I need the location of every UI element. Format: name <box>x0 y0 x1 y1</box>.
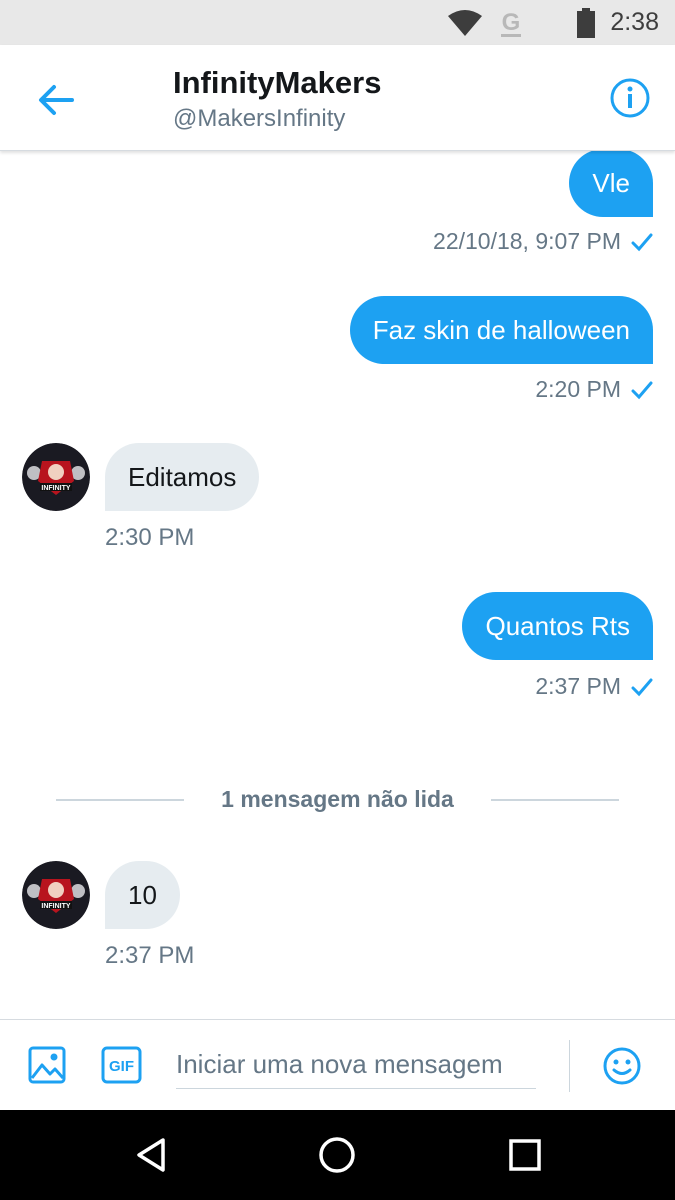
incoming-message-bubble[interactable]: Editamos <box>105 443 260 511</box>
back-arrow-icon[interactable] <box>36 80 76 120</box>
svg-text:INFINITY: INFINITY <box>41 485 70 492</box>
gif-label: GIF <box>109 1058 134 1075</box>
message-meta: 2:20 PM <box>535 376 653 403</box>
conversation-handle: @MakersInfinity <box>173 105 346 132</box>
avatar[interactable]: INFINITY <box>22 443 90 511</box>
read-check-icon <box>631 233 653 251</box>
back-triangle-icon[interactable] <box>131 1135 171 1175</box>
outgoing-message-bubble[interactable]: Vle <box>569 149 653 217</box>
outgoing-message-bubble[interactable]: Quantos Rts <box>462 592 653 660</box>
message-timestamp: 2:20 PM <box>535 376 621 402</box>
recents-square-icon[interactable] <box>505 1135 545 1175</box>
info-icon[interactable] <box>609 77 651 119</box>
svg-text:G: G <box>502 9 521 36</box>
message-timestamp: 22/10/18, 9:07 PM <box>433 228 621 254</box>
read-check-icon <box>631 381 653 399</box>
avatar[interactable]: INFINITY <box>22 861 90 929</box>
read-check-icon <box>631 678 653 696</box>
status-bar: G 2:38 <box>0 0 675 45</box>
message-timestamp: 2:30 PM <box>105 524 195 551</box>
compose-separator <box>569 1040 570 1092</box>
image-icon[interactable] <box>28 1046 66 1084</box>
gif-icon[interactable]: GIF <box>101 1046 142 1084</box>
navigation-bar <box>0 1110 675 1200</box>
svg-text:INFINITY: INFINITY <box>41 903 70 910</box>
message-timestamp: 2:37 PM <box>105 942 195 969</box>
compose-bar: GIF <box>0 1019 675 1111</box>
message-meta: 2:37 PM <box>535 673 653 700</box>
outgoing-message-bubble[interactable]: Faz skin de halloween <box>349 296 653 364</box>
emoji-icon[interactable] <box>602 1046 642 1086</box>
status-time: 2:38 <box>610 8 659 36</box>
conversation-title: InfinityMakers <box>173 65 382 100</box>
battery-icon <box>577 8 595 38</box>
wifi-icon <box>448 10 482 36</box>
message-meta: 22/10/18, 9:07 PM <box>433 228 653 255</box>
g-signal-icon: G <box>501 9 521 37</box>
home-circle-icon[interactable] <box>317 1135 357 1175</box>
message-timestamp: 2:37 PM <box>535 673 621 699</box>
conversation-header: InfinityMakers @MakersInfinity <box>0 45 675 151</box>
message-input[interactable] <box>176 1040 536 1089</box>
incoming-message-bubble[interactable]: 10 <box>105 861 180 929</box>
divider-line-right <box>491 799 619 801</box>
